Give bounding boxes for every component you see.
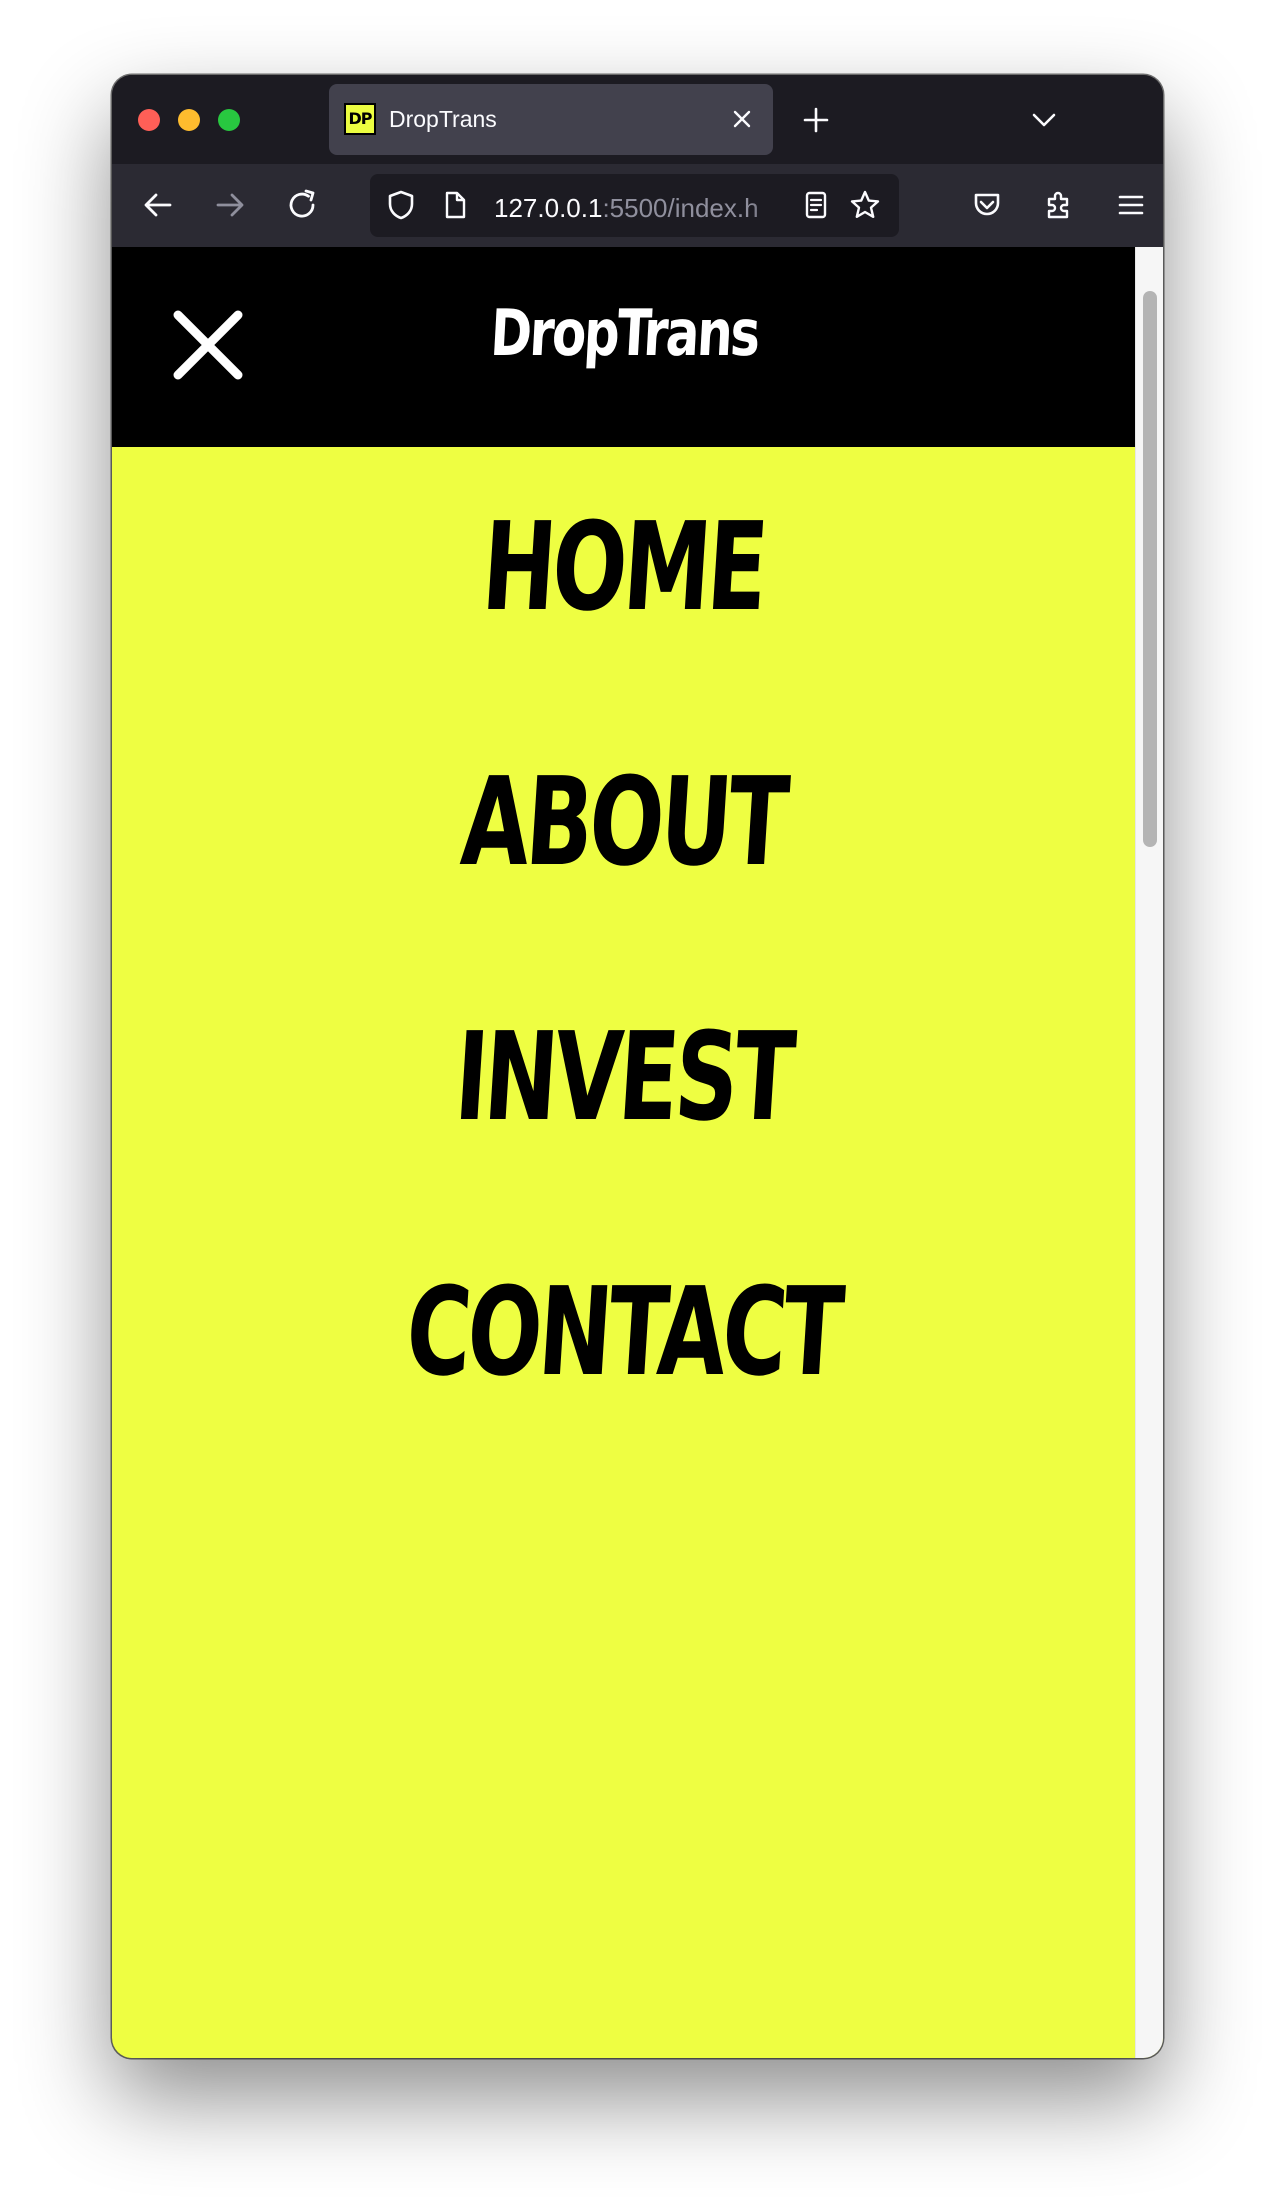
menu-item-invest[interactable]: INVEST <box>251 1006 996 1148</box>
browser-window: DP DropTrans 127.0.0.1:5500/index.h Drop… <box>112 75 1163 2058</box>
favicon-icon: DP <box>344 103 376 135</box>
window-zoom-button[interactable] <box>218 109 240 131</box>
reload-icon[interactable] <box>284 187 320 223</box>
arrow-left-icon[interactable] <box>140 187 176 223</box>
arrow-right-icon[interactable] <box>212 187 248 223</box>
hamburger-menu-icon[interactable] <box>1113 187 1149 223</box>
browser-tab[interactable]: DP DropTrans <box>329 84 773 155</box>
reader-view-icon[interactable] <box>800 189 832 221</box>
close-icon[interactable] <box>729 106 755 132</box>
close-icon[interactable] <box>170 307 246 383</box>
url-host: 127.0.0.1 <box>494 193 603 223</box>
tab-bar: DP DropTrans <box>112 75 1163 164</box>
mobile-menu: HOME ABOUT INVEST CONTACT <box>112 447 1135 2058</box>
tab-title: DropTrans <box>389 106 497 132</box>
puzzle-icon[interactable] <box>1041 187 1077 223</box>
url-bar[interactable]: 127.0.0.1:5500/index.h <box>370 174 899 237</box>
menu-item-about[interactable]: ABOUT <box>251 751 996 893</box>
menu-item-contact[interactable]: CONTACT <box>251 1261 996 1403</box>
url-fade <box>750 174 790 237</box>
url-path: :5500/index.h <box>602 193 759 223</box>
url-text[interactable]: 127.0.0.1:5500/index.h <box>494 193 786 224</box>
star-icon[interactable] <box>848 188 882 222</box>
shield-icon[interactable] <box>384 188 418 222</box>
vertical-scrollbar[interactable] <box>1135 247 1163 2058</box>
pocket-icon[interactable] <box>969 187 1005 223</box>
page-icon <box>445 191 466 219</box>
menu-item-home[interactable]: HOME <box>251 496 996 638</box>
site-logo[interactable]: DropTrans <box>478 297 771 371</box>
chevron-down-icon[interactable] <box>1029 105 1059 135</box>
page-viewport: DropTrans HOME ABOUT INVEST CONTACT <box>112 247 1163 2058</box>
scrollbar-thumb[interactable] <box>1143 291 1157 847</box>
site-header: DropTrans <box>112 247 1135 447</box>
nav-toolbar: 127.0.0.1:5500/index.h <box>112 164 1163 247</box>
window-minimize-button[interactable] <box>178 109 200 131</box>
window-close-button[interactable] <box>138 109 160 131</box>
plus-icon[interactable] <box>800 104 832 136</box>
